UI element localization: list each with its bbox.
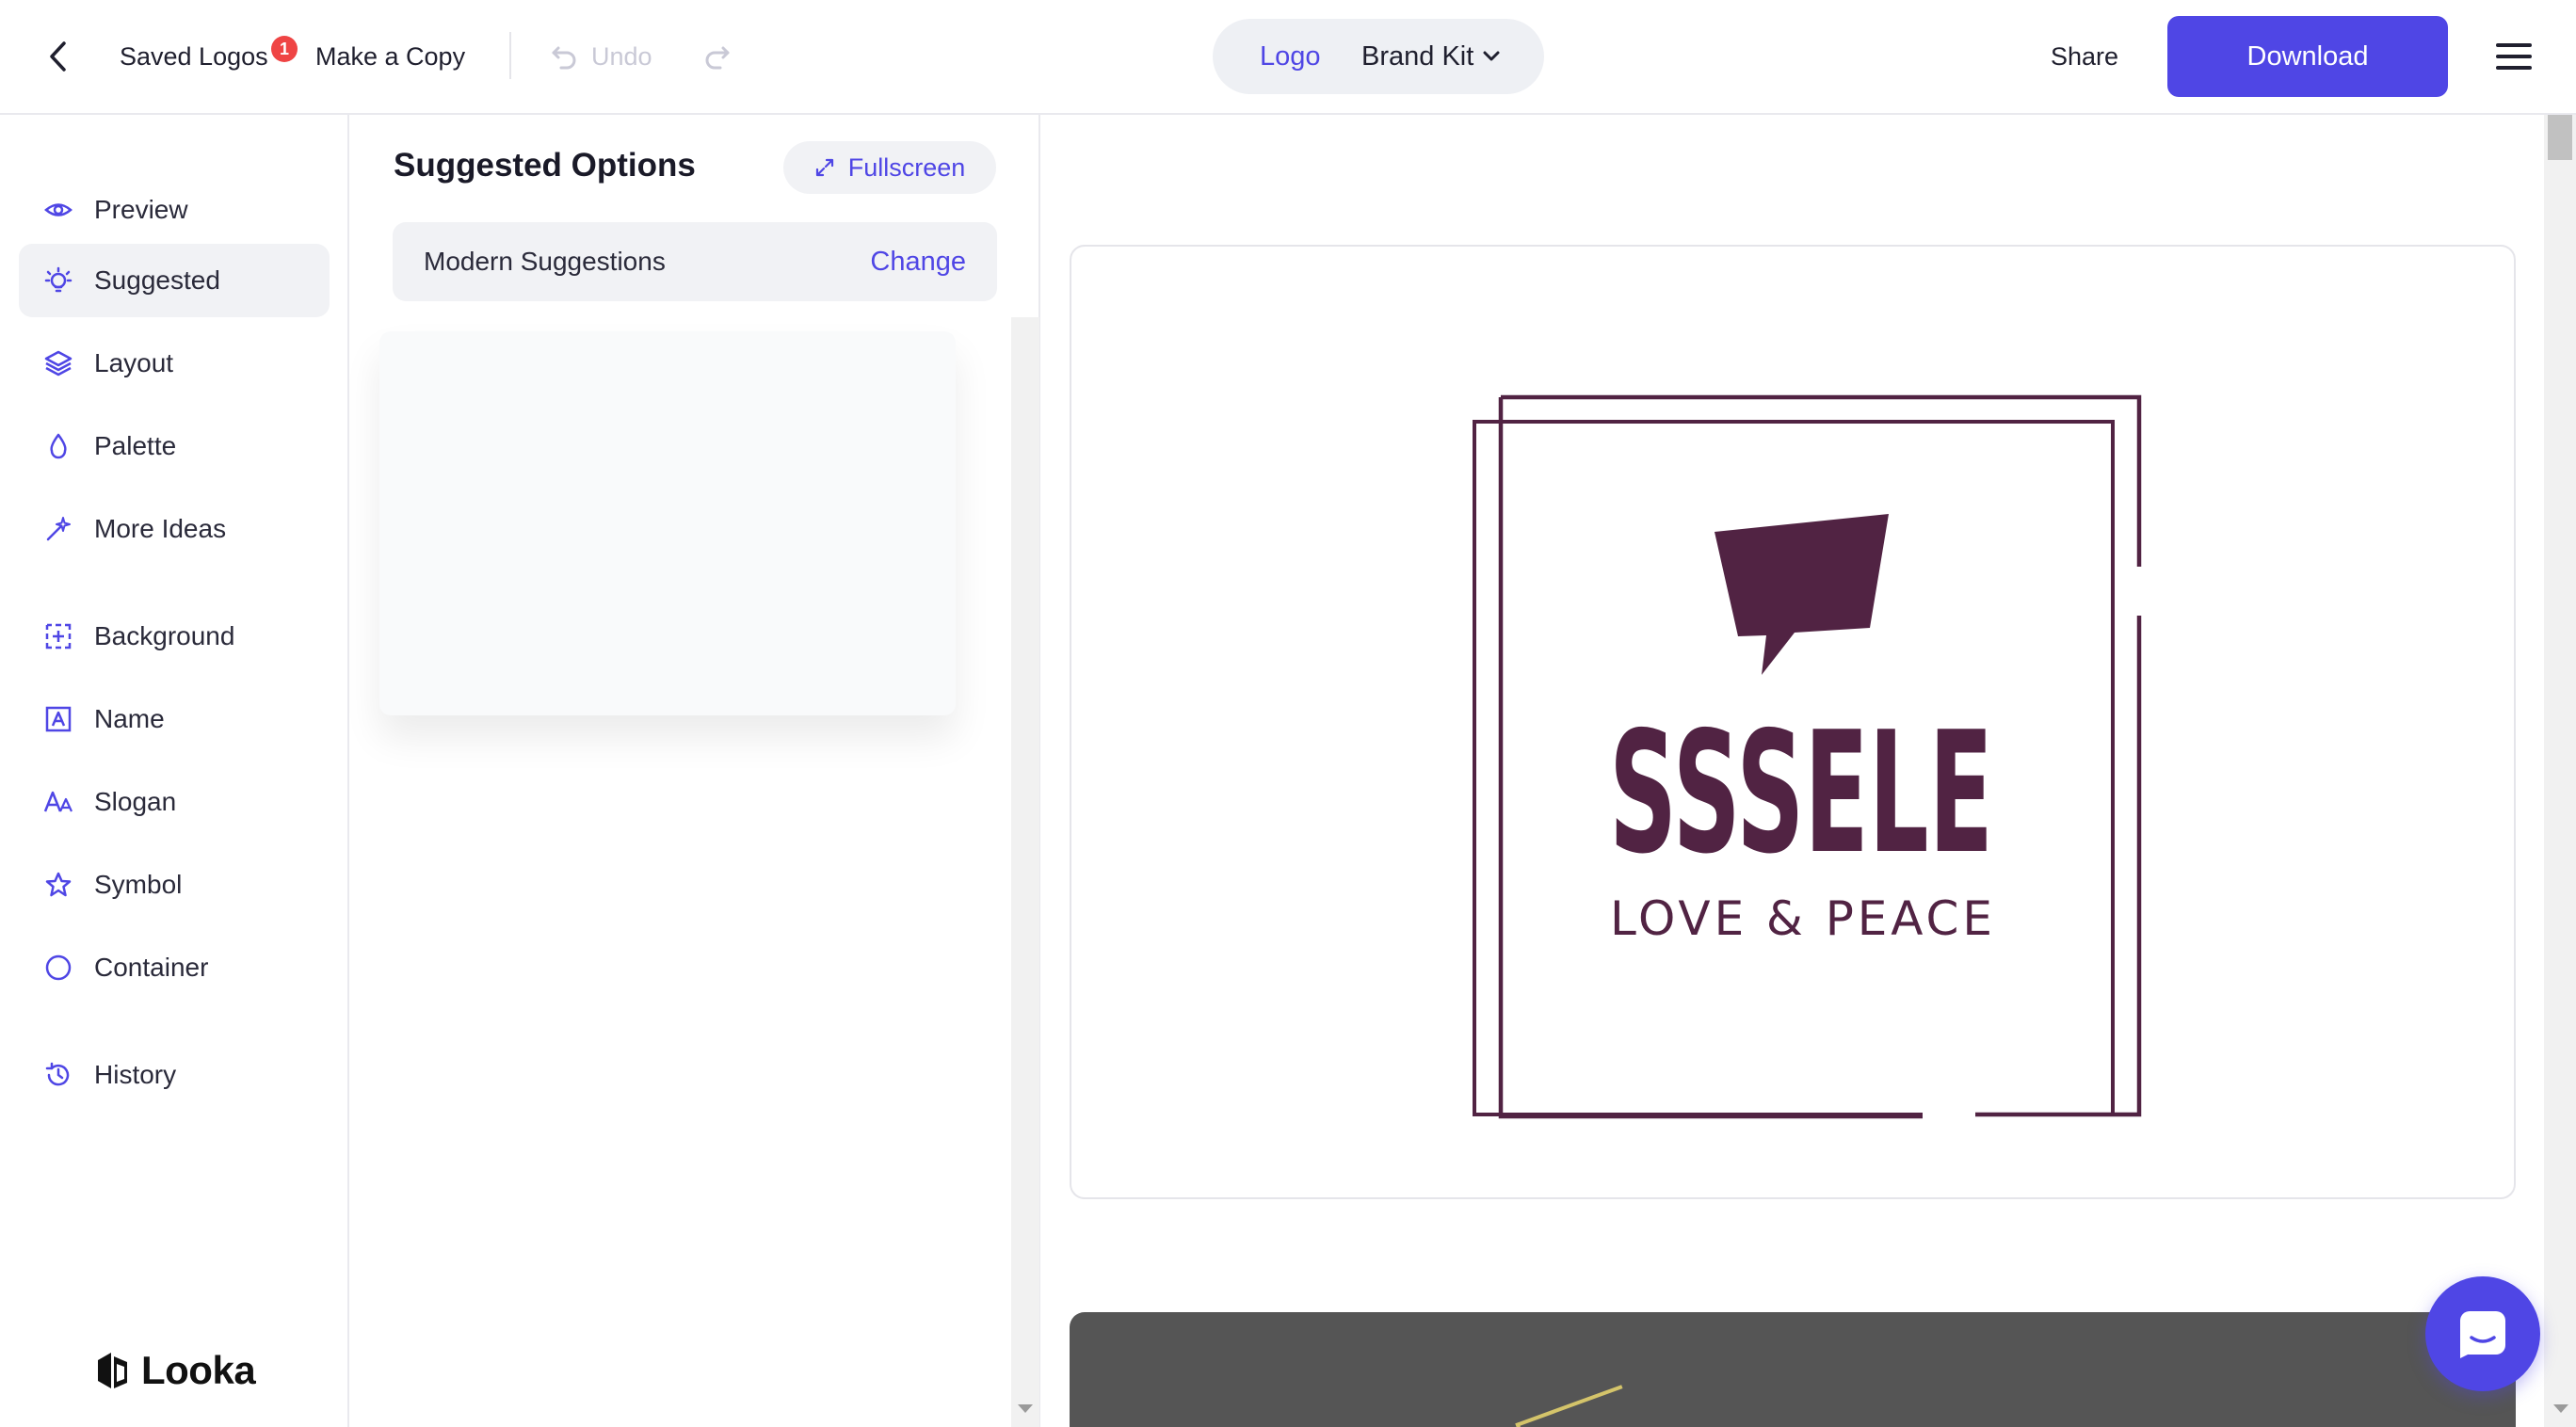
notification-badge: 1: [271, 36, 298, 62]
fullscreen-label: Fullscreen: [847, 152, 966, 182]
back-button[interactable]: [38, 36, 79, 77]
eye-icon: [41, 193, 75, 227]
saved-logos-link[interactable]: Saved Logos: [120, 36, 268, 77]
redo-icon: [705, 46, 730, 70]
magic-wand-icon: [41, 512, 75, 546]
sidebar-item-container[interactable]: Container: [19, 931, 330, 1004]
chevron-down-icon: [1483, 51, 1500, 61]
sidebar-item-slogan[interactable]: Slogan: [19, 765, 330, 839]
sidebar-item-suggested[interactable]: Suggested: [19, 244, 330, 317]
scroll-down-arrow-icon[interactable]: [1018, 1404, 1033, 1413]
download-button[interactable]: Download: [2167, 16, 2448, 97]
logo-name-text: SSSELE: [1609, 696, 1993, 890]
mockup-accent-shape: [1515, 1385, 1641, 1427]
sidebar-item-label: Background: [94, 621, 235, 650]
sidebar-item-label: Suggested: [94, 265, 220, 295]
mode-switch: Logo Brand Kit: [1213, 19, 1544, 94]
scroll-down-arrow-icon[interactable]: [2553, 1404, 2568, 1413]
panel-title: Suggested Options: [394, 147, 696, 184]
sidebar-item-background[interactable]: Background: [19, 600, 330, 673]
logo-canvas: SSSELE LOVE & PEACE: [1042, 115, 2576, 1427]
fullscreen-button[interactable]: Fullscreen: [783, 141, 996, 194]
looka-logo-icon: [98, 1353, 127, 1388]
suggestion-type-label: Modern Suggestions: [424, 247, 666, 276]
scrollbar-thumb[interactable]: [2548, 115, 2572, 160]
font-size-icon: [41, 785, 75, 819]
expand-icon: [815, 158, 833, 177]
sidebar-item-label: Preview: [94, 195, 188, 224]
change-button[interactable]: Change: [870, 222, 966, 301]
hamburger-menu-icon[interactable]: [2493, 38, 2535, 75]
sidebar-item-history[interactable]: History: [19, 1038, 330, 1112]
undo-label: Undo: [591, 41, 652, 71]
sidebar-item-name[interactable]: Name: [19, 682, 330, 756]
sidebar-item-label: History: [94, 1060, 177, 1089]
sidebar-item-label: Slogan: [94, 787, 177, 816]
logo-preview-card[interactable]: SSSELE LOVE & PEACE: [1070, 245, 2516, 1199]
chat-icon: [2460, 1311, 2505, 1358]
droplet-icon: [41, 429, 75, 463]
brand-kit-label: Brand Kit: [1361, 41, 1474, 72]
text-box-icon: [41, 702, 75, 736]
sidebar-item-label: Container: [94, 953, 209, 982]
canvas-scrollbar[interactable]: [2544, 115, 2576, 1427]
circle-icon: [41, 951, 75, 985]
brand-name: Looka: [141, 1348, 256, 1392]
sidebar-item-more-ideas[interactable]: More Ideas: [19, 492, 330, 566]
business-card-mockup[interactable]: [1070, 1312, 2516, 1427]
sidebar-item-label: Layout: [94, 348, 174, 377]
share-button[interactable]: Share: [2051, 36, 2118, 77]
suggestion-type-row: Modern Suggestions Change: [393, 222, 997, 301]
star-icon: [41, 868, 75, 902]
chat-support-button[interactable]: [2425, 1276, 2540, 1391]
redo-button[interactable]: [697, 36, 738, 77]
tab-logo[interactable]: Logo: [1260, 19, 1321, 94]
undo-button[interactable]: Undo: [550, 36, 652, 77]
sidebar-item-layout[interactable]: Layout: [19, 327, 330, 400]
sidebar-item-palette[interactable]: Palette: [19, 409, 330, 483]
logo-artwork: SSSELE LOVE & PEACE: [1473, 394, 2150, 1122]
lightbulb-icon: [41, 264, 75, 297]
layers-icon: [41, 346, 75, 380]
suggestion-preview-card[interactable]: [379, 331, 956, 715]
sidebar-item-label: Palette: [94, 431, 177, 460]
background-grid-icon: [41, 619, 75, 653]
history-icon: [41, 1058, 75, 1092]
sidebar-item-symbol[interactable]: Symbol: [19, 848, 330, 922]
tab-brand-kit[interactable]: Brand Kit: [1361, 19, 1500, 94]
sidebar-item-label: More Ideas: [94, 514, 227, 543]
sidebar-item-label: Symbol: [94, 870, 183, 899]
options-panel: Suggested Options Fullscreen Modern Sugg…: [351, 115, 1040, 1427]
divider: [509, 32, 511, 79]
sidebar: Preview Suggested Layout Palette More Id…: [0, 115, 349, 1427]
logo-slogan-text: LOVE & PEACE: [1610, 891, 1992, 946]
undo-icon: [552, 46, 576, 70]
speech-bubble-icon: [1715, 514, 1889, 675]
make-copy-link[interactable]: Make a Copy: [315, 36, 465, 77]
sidebar-item-preview[interactable]: Preview: [19, 173, 330, 247]
top-bar: Saved Logos 1 Make a Copy Undo Logo Bran…: [0, 0, 2576, 115]
sidebar-item-label: Name: [94, 704, 165, 733]
chevron-left-icon: [50, 41, 66, 72]
looka-brand[interactable]: Looka: [92, 1348, 256, 1393]
panel-scrollbar[interactable]: [1011, 317, 1039, 1427]
